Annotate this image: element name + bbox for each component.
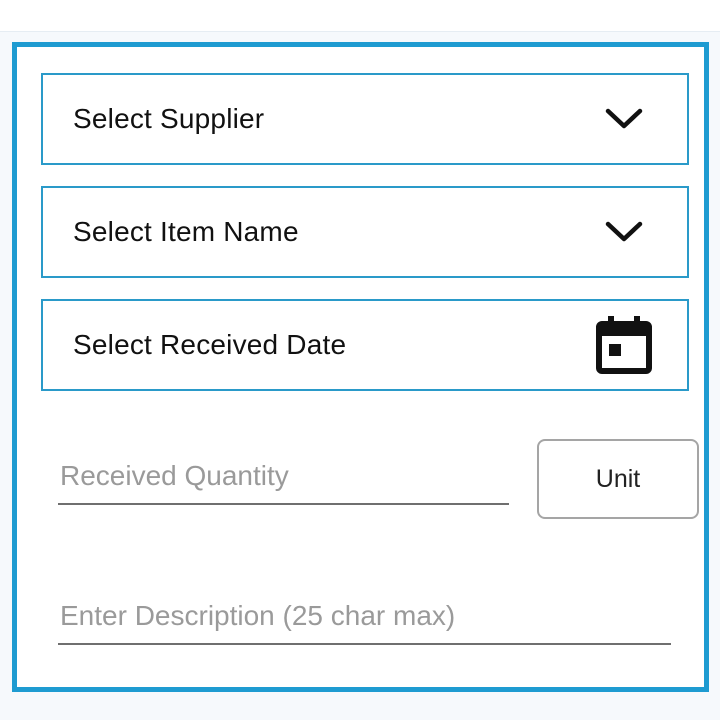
received-quantity-input[interactable]: [58, 457, 509, 505]
supplier-select[interactable]: Select Supplier: [41, 73, 689, 165]
received-date-select[interactable]: Select Received Date: [41, 299, 689, 391]
supplier-select-label: Select Supplier: [73, 103, 265, 134]
item-name-select-label: Select Item Name: [73, 216, 299, 247]
unit-button[interactable]: Unit: [537, 439, 699, 519]
item-name-select[interactable]: Select Item Name: [41, 186, 689, 278]
received-date-select-label: Select Received Date: [73, 329, 347, 360]
chevron-down-icon: [605, 220, 643, 244]
receiving-form: Select Supplier Select Item Name Select …: [12, 42, 709, 692]
top-bar: [0, 0, 720, 32]
calendar-icon: [595, 315, 653, 375]
description-input[interactable]: [58, 597, 671, 645]
chevron-down-icon: [605, 107, 643, 131]
